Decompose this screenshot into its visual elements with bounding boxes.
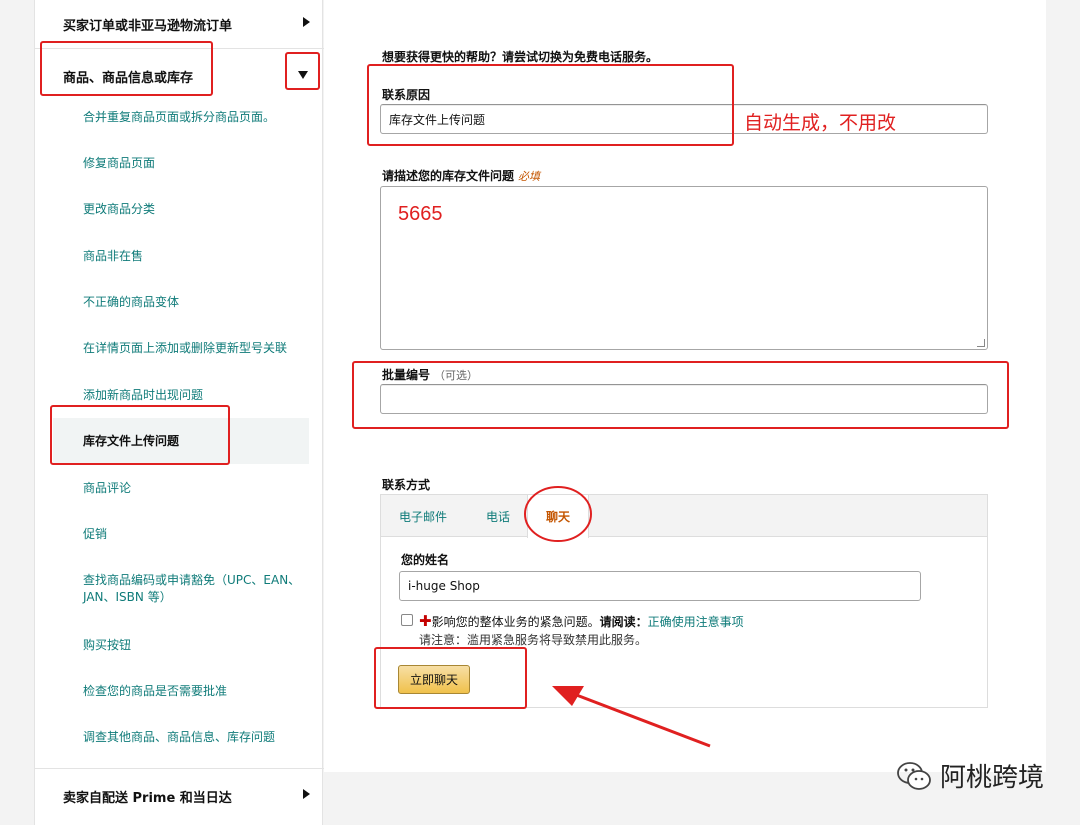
sidebar-item-new-product[interactable]: 添加新商品时出现问题 (83, 387, 313, 404)
plus-icon: ✚ (419, 612, 432, 630)
auto-generated-note: 自动生成，不用改 (744, 113, 897, 134)
sidebar-section-label: 商品、商品信息或库存 (63, 70, 194, 86)
sidebar-item-product-codes[interactable]: 查找商品编码或申请豁免（UPC、EAN、JAN、ISBN 等） (83, 572, 313, 606)
reason-field[interactable]: 库存文件上传问题 (380, 104, 988, 134)
help-text: 想要获得更快的帮助？请尝试切换为免费电话服务。 (382, 50, 659, 64)
sidebar-item-not-for-sale[interactable]: 商品非在售 (83, 248, 313, 265)
contact-tabbar: 电子邮件 电话 聊天 (381, 495, 987, 538)
sidebar-item-fix-page[interactable]: 修复商品页面 (83, 155, 313, 172)
sidebar-item-inventory-upload[interactable]: 库存文件上传问题 (53, 418, 309, 464)
sidebar-item-buy-box[interactable]: 购买按钮 (83, 637, 313, 654)
sidebar-item-other-issues[interactable]: 调查其他商品、商品信息、库存问题 (83, 729, 313, 746)
urgent-checkbox[interactable] (401, 614, 413, 626)
contact-method-box: 电子邮件 电话 聊天 您的姓名 i-huge Shop ✚影响您的整体业务的紧急… (380, 494, 988, 708)
chevron-right-icon (303, 789, 310, 799)
tab-email[interactable]: 电子邮件 (387, 495, 459, 537)
urgent-line: ✚影响您的整体业务的紧急问题。请阅读：正确使用注意事项 (419, 612, 744, 630)
describe-textarea[interactable]: 5665 (380, 186, 988, 350)
tab-phone[interactable]: 电话 (469, 495, 527, 537)
sidebar-section-label: 卖家自配送 Prime 和当日达 (63, 790, 232, 806)
contact-form-panel: 想要获得更快的帮助？请尝试切换为免费电话服务。 联系原因 库存文件上传问题 请描… (324, 0, 1046, 772)
name-value: i-huge Shop (408, 579, 480, 593)
sidebar-section-buyer-orders[interactable]: 买家订单或非亚马逊物流订单 (35, 0, 324, 48)
sidebar-item-approval[interactable]: 检查您的商品是否需要批准 (83, 683, 313, 700)
optional-tag: （可选） (434, 369, 479, 382)
batch-number-input[interactable] (380, 384, 988, 414)
watermark: 阿桃跨境 (896, 757, 1044, 794)
sidebar-item-model-link[interactable]: 在详情页面上添加或删除更新型号关联 (83, 340, 313, 357)
sidebar-item-reviews[interactable]: 商品评论 (83, 480, 313, 497)
sidebar: 买家订单或非亚马逊物流订单 商品、商品信息或库存 合并重复商品页面或拆分商品页面… (34, 0, 324, 825)
required-tag: 必填 (518, 170, 541, 183)
describe-value: 5665 (398, 203, 443, 225)
chevron-down-icon[interactable] (297, 70, 309, 80)
chat-now-button[interactable]: 立即聊天 (398, 665, 470, 694)
batch-label: 批量编号 （可选） (382, 368, 479, 382)
watermark-text: 阿桃跨境 (940, 763, 1045, 793)
wechat-icon (897, 761, 931, 790)
divider (35, 768, 324, 769)
sidebar-section-prime[interactable]: 卖家自配送 Prime 和当日达 (35, 772, 324, 820)
sidebar-item-category[interactable]: 更改商品分类 (83, 201, 313, 218)
abuse-notice: 请注意：滥用紧急服务将导致禁用此服务。 (419, 633, 648, 647)
sidebar-item-variation[interactable]: 不正确的商品变体 (83, 294, 313, 311)
describe-label: 请描述您的库存文件问题 必填 (382, 169, 541, 183)
name-label: 您的姓名 (401, 553, 450, 567)
divider (35, 48, 324, 49)
sidebar-section-label: 买家订单或非亚马逊物流订单 (63, 18, 233, 34)
resize-handle-icon[interactable] (977, 339, 985, 347)
usage-notes-link[interactable]: 正确使用注意事项 (648, 615, 744, 629)
chevron-right-icon (303, 17, 310, 27)
sidebar-item-merge[interactable]: 合并重复商品页面或拆分商品页面。 (83, 109, 313, 126)
reason-label: 联系原因 (382, 88, 431, 102)
sidebar-section-products[interactable]: 商品、商品信息或库存 (35, 52, 324, 100)
tab-chat[interactable]: 聊天 (527, 495, 589, 538)
read-label: 请阅读： (599, 615, 648, 629)
name-input[interactable]: i-huge Shop (399, 571, 921, 601)
contact-method-label: 联系方式 (382, 478, 431, 492)
sidebar-item-promotions[interactable]: 促销 (83, 526, 313, 543)
reason-value: 库存文件上传问题 (389, 112, 486, 127)
